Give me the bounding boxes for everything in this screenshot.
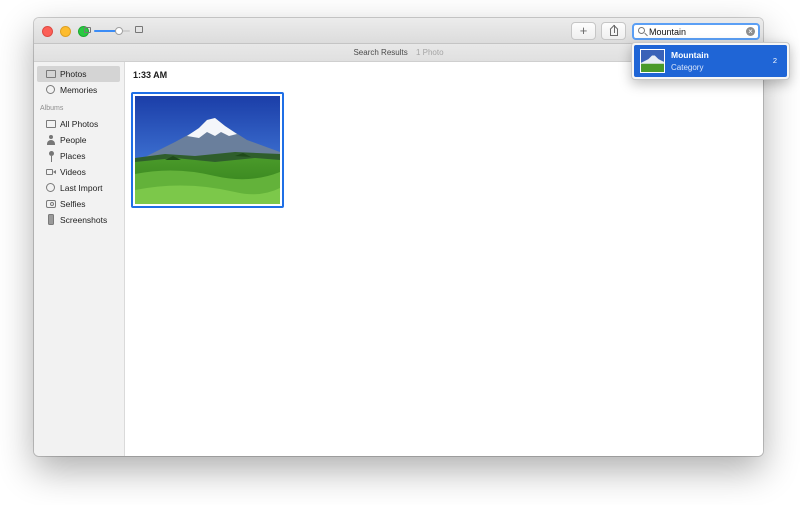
photos-window: + × Search Results 1 Photo Photos: [34, 18, 763, 456]
last-import-clock-icon: [46, 183, 55, 192]
sidebar-item-label: Selfies: [60, 199, 86, 209]
sidebar-item-label: People: [60, 135, 87, 145]
selfies-camera-icon: [46, 200, 56, 208]
sidebar-item-screenshots[interactable]: Screenshots: [34, 212, 124, 228]
plus-icon: +: [579, 23, 588, 38]
screenshots-phone-icon: [48, 214, 54, 225]
sidebar-item-label: Videos: [60, 167, 86, 177]
videos-camera-icon: [46, 168, 56, 176]
share-button[interactable]: [601, 22, 626, 40]
minimize-window-button[interactable]: [60, 26, 71, 37]
suggestion-subtitle: Category: [671, 63, 704, 72]
small-thumbnails-icon: [84, 27, 91, 33]
suggestion-title: Mountain: [671, 50, 709, 60]
results-title: Search Results: [353, 48, 408, 57]
search-field[interactable]: ×: [632, 23, 760, 40]
sidebar-item-label: Memories: [60, 85, 98, 95]
sidebar-item-people[interactable]: People: [34, 132, 124, 148]
suggestion-count: 2: [772, 56, 777, 65]
results-count: 1 Photo: [415, 48, 444, 57]
thumbnail-zoom-slider[interactable]: [84, 26, 144, 36]
albums-section-label: Albums: [40, 105, 64, 112]
clear-search-icon[interactable]: ×: [746, 27, 755, 36]
photos-icon: [46, 70, 56, 78]
suggestion-item-mountain[interactable]: Mountain Category 2: [634, 45, 787, 77]
photo-thumbnail-selected[interactable]: [131, 92, 284, 208]
sidebar-item-photos[interactable]: Photos: [37, 66, 120, 82]
sidebar-item-selfies[interactable]: Selfies: [34, 196, 124, 212]
sidebar-item-last-import[interactable]: Last Import: [34, 180, 124, 196]
sidebar-item-label: Photos: [60, 69, 87, 79]
sidebar: Photos Memories Albums All Photos People…: [34, 62, 125, 456]
sidebar-item-label: Last Import: [60, 183, 103, 193]
suggestion-thumbnail: [640, 49, 665, 73]
photo-grid: 1:33 AM: [126, 62, 763, 456]
all-photos-icon: [46, 120, 56, 128]
zoom-slider-track[interactable]: [94, 27, 130, 35]
sidebar-item-label: Places: [60, 151, 86, 161]
people-icon: [46, 135, 56, 145]
zoom-slider-knob[interactable]: [115, 27, 124, 35]
search-input[interactable]: [649, 25, 741, 38]
sidebar-item-label: Screenshots: [60, 215, 108, 225]
search-suggestions-dropdown: Mountain Category 2: [631, 42, 790, 80]
sidebar-item-videos[interactable]: Videos: [34, 164, 124, 180]
sidebar-item-places[interactable]: Places: [34, 148, 124, 164]
moment-time-header: 1:33 AM: [133, 70, 168, 80]
add-to-album-button[interactable]: +: [571, 22, 596, 40]
sidebar-item-all-photos[interactable]: All Photos: [34, 116, 124, 132]
mountain-photo: [135, 96, 280, 204]
window-controls: [42, 26, 89, 37]
memories-icon: [46, 85, 55, 94]
places-pin-icon: [46, 151, 56, 162]
sidebar-item-memories[interactable]: Memories: [34, 82, 124, 98]
large-thumbnails-icon: [135, 26, 143, 33]
sidebar-item-label: All Photos: [60, 119, 99, 129]
close-window-button[interactable]: [42, 26, 53, 37]
title-bar: + ×: [34, 18, 763, 44]
